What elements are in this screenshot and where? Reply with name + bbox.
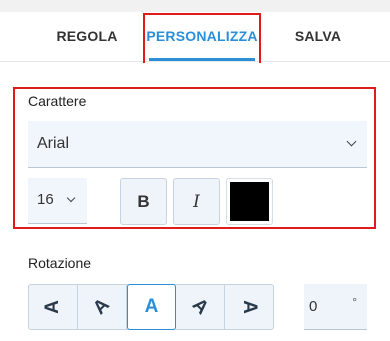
- rotate-0-button[interactable]: A: [126, 284, 177, 330]
- top-strip: [0, 0, 390, 12]
- bold-button[interactable]: B: [120, 178, 167, 225]
- rotation-button-group: A A A A A: [28, 284, 274, 330]
- font-family-value: Arial: [37, 135, 70, 152]
- rotate-90-left-button[interactable]: A: [29, 285, 78, 329]
- rotation-section-label: Rotazione: [28, 255, 92, 271]
- font-size-value: 16: [37, 191, 54, 208]
- font-family-select[interactable]: Arial: [28, 121, 367, 168]
- text-rotate-45-left-icon: A: [89, 294, 114, 319]
- rotation-angle-value: 0: [309, 298, 318, 315]
- bold-icon: B: [137, 191, 150, 211]
- degree-unit: °: [352, 295, 357, 309]
- tab-personalizza-label: PERSONALIZZA: [146, 28, 258, 44]
- text-rotate-90-left-icon: A: [41, 300, 63, 314]
- rotate-45-right-button[interactable]: A: [176, 285, 226, 329]
- rotate-90-right-button[interactable]: A: [225, 285, 273, 329]
- rotate-45-left-button[interactable]: A: [78, 285, 127, 329]
- tab-bar: REGOLA PERSONALIZZA SALVA: [0, 12, 390, 67]
- italic-icon: I: [193, 191, 200, 212]
- tab-salva[interactable]: SALVA: [272, 12, 364, 62]
- chevron-down-icon: [66, 193, 76, 203]
- text-rotate-90-right-icon: A: [239, 300, 261, 314]
- tab-regola[interactable]: REGOLA: [40, 12, 134, 62]
- font-section-label: Carattere: [28, 93, 87, 109]
- tab-personalizza[interactable]: PERSONALIZZA: [143, 13, 261, 67]
- text-rotate-45-right-icon: A: [188, 294, 213, 319]
- text-color-swatch: [230, 182, 269, 221]
- text-rotate-0-icon: A: [144, 296, 159, 317]
- font-size-select[interactable]: 16: [28, 178, 87, 224]
- rotation-angle-input[interactable]: 0 °: [304, 284, 367, 330]
- italic-button[interactable]: I: [173, 178, 220, 225]
- active-tab-indicator: [149, 58, 255, 61]
- text-color-button[interactable]: [226, 178, 273, 225]
- chevron-down-icon: [346, 136, 357, 147]
